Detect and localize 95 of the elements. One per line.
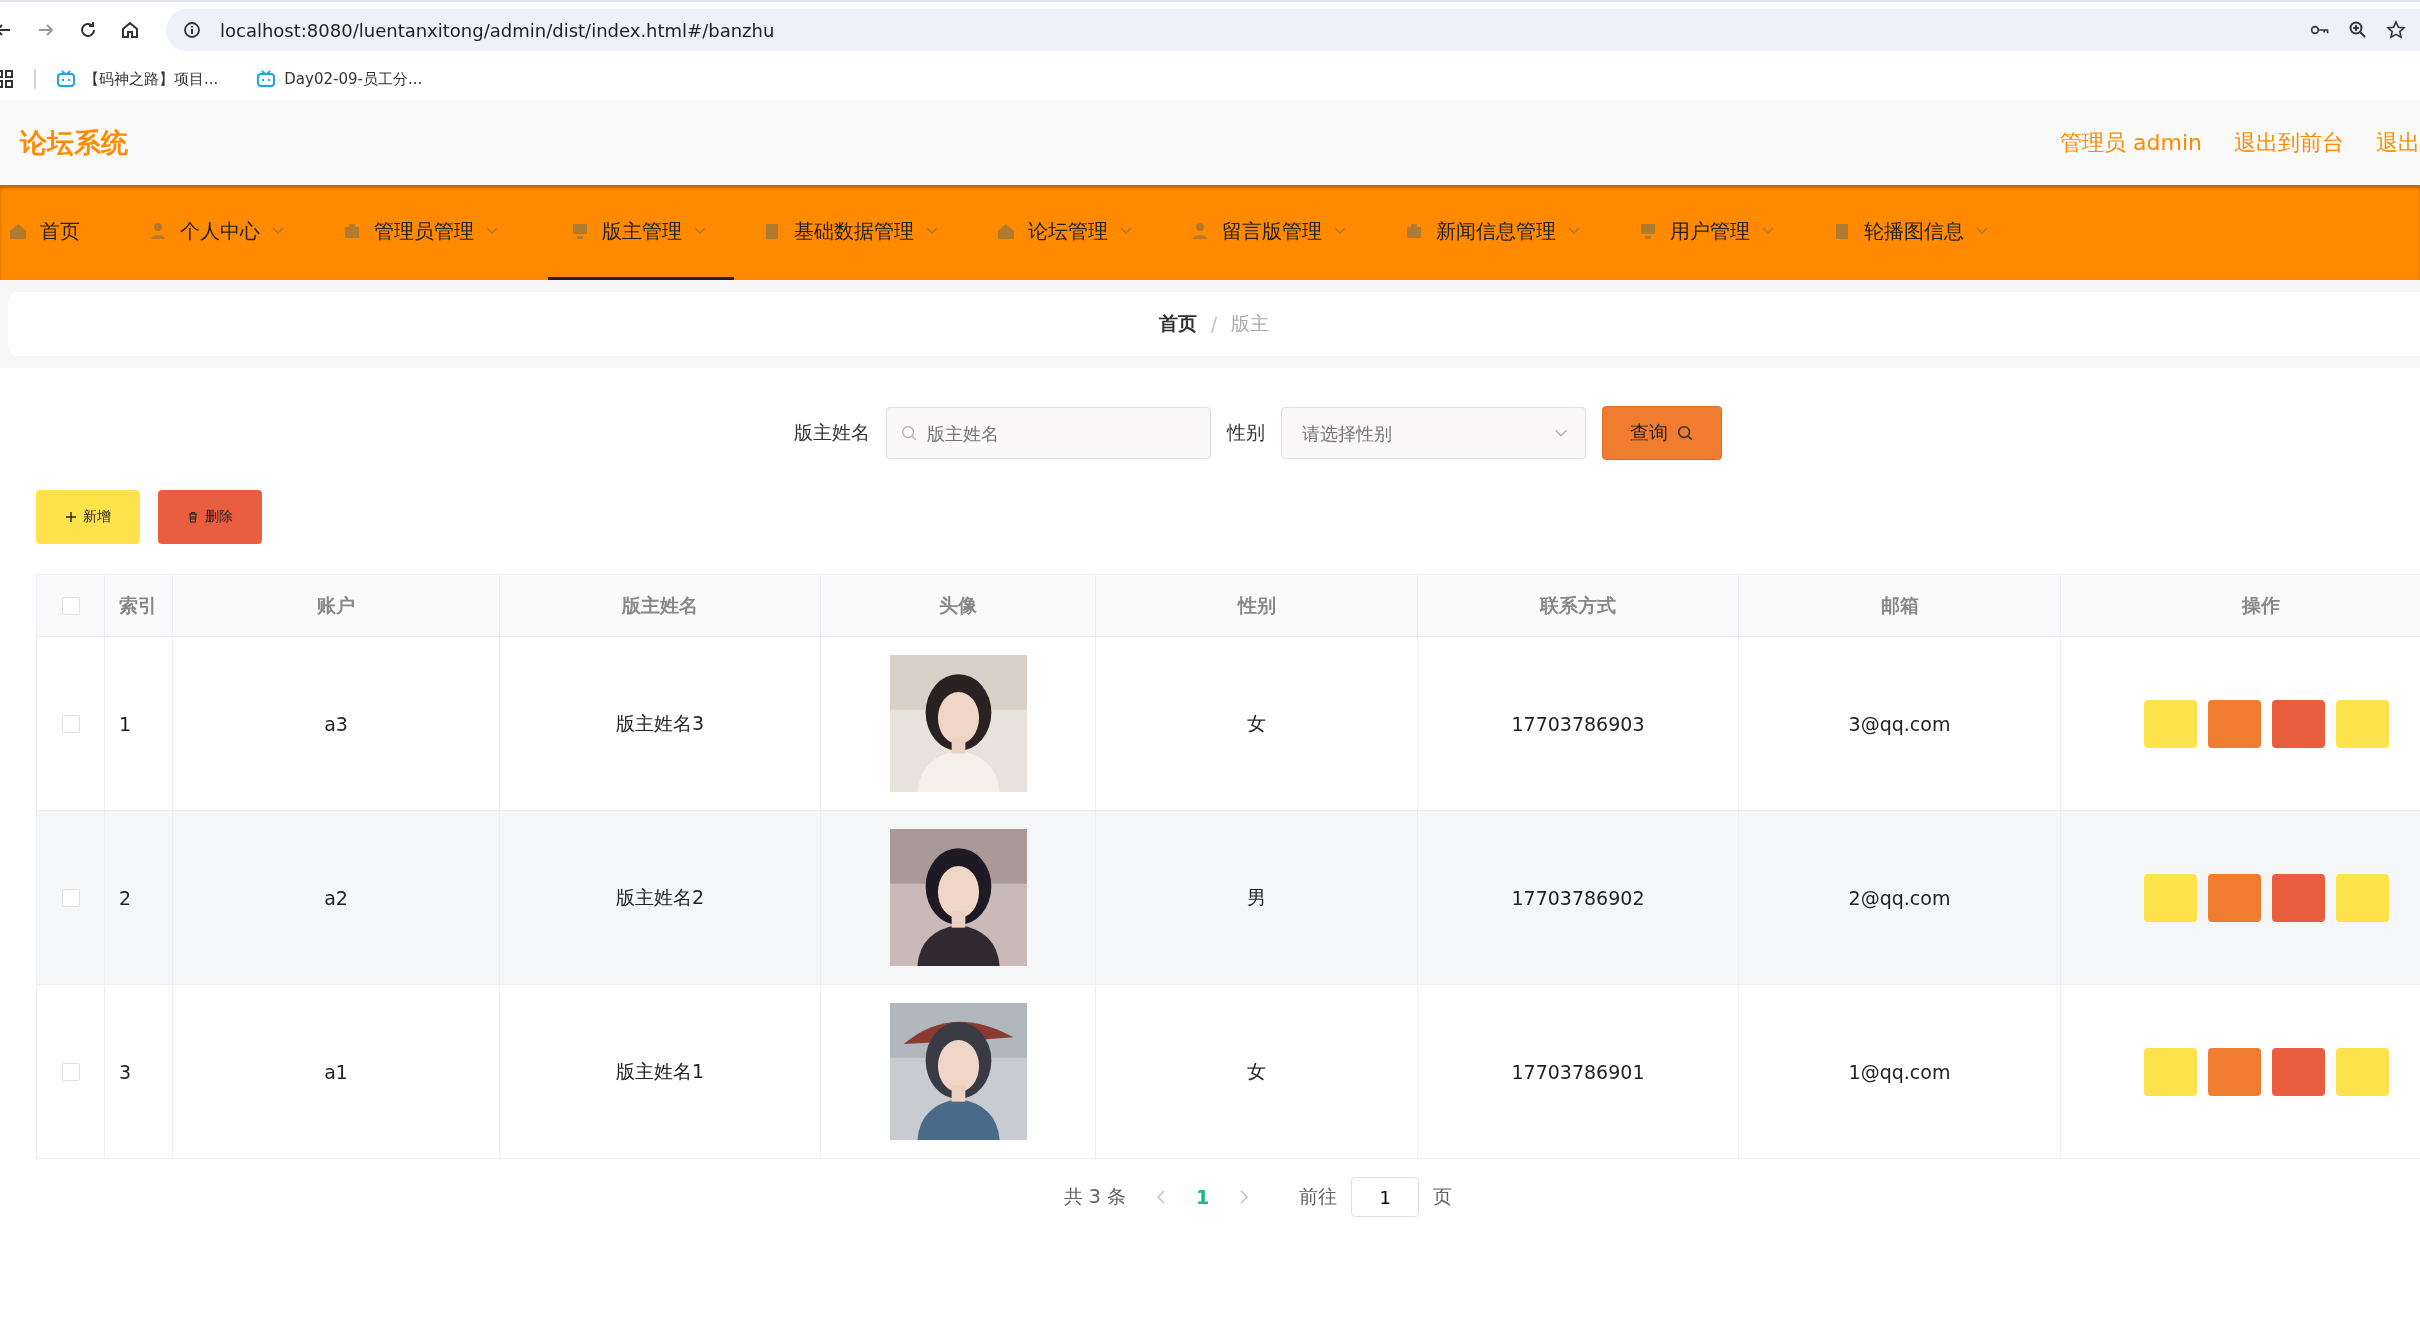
- table-cell-text: 版主姓名1: [615, 1058, 705, 1084]
- menu-item-icon: [8, 221, 28, 241]
- table-cell: 17703786902: [1511, 886, 1645, 909]
- nav-item[interactable]: 个人中心: [140, 185, 314, 280]
- apps-icon[interactable]: [0, 69, 14, 89]
- chevron-down-icon: [1568, 227, 1580, 235]
- bookmark[interactable]: 【码神之路】项目...: [56, 69, 219, 89]
- column-header: 邮箱: [1880, 592, 1919, 618]
- menu-item-icon: [1190, 221, 1210, 241]
- reload-icon[interactable]: [78, 20, 98, 40]
- nav-item[interactable]: 基础数据管理: [754, 185, 968, 280]
- column-header: 索引: [119, 592, 157, 618]
- breadcrumb-item[interactable]: 首页: [1158, 311, 1197, 337]
- chevron-down-icon: [1976, 227, 1988, 235]
- delete-button[interactable]: 删除: [158, 490, 262, 544]
- field-label: 性别: [1227, 420, 1265, 445]
- gender-select[interactable]: 请选择性别: [1281, 407, 1586, 459]
- action-button[interactable]: [2208, 873, 2261, 922]
- table-cell-text: 男: [1247, 884, 1266, 910]
- table-cell: 3@qq.com: [1848, 712, 1951, 735]
- nav-item[interactable]: 轮播图信息: [1824, 185, 2018, 280]
- select-all-checkbox[interactable]: [61, 596, 80, 615]
- nav-item[interactable]: 新闻信息管理: [1396, 185, 1610, 280]
- menu-item-icon: [996, 221, 1016, 241]
- action-button[interactable]: [2272, 873, 2325, 922]
- home-icon[interactable]: [120, 20, 140, 40]
- table-cell: 2@qq.com: [1848, 886, 1951, 909]
- plus-icon: [65, 511, 77, 523]
- row-checkbox[interactable]: [61, 714, 80, 733]
- star-icon[interactable]: [2386, 20, 2406, 40]
- url-text: localhost:8080/luentanxitong/admin/dist/index.html#/banzhu: [220, 19, 775, 41]
- action-button[interactable]: [2272, 699, 2325, 748]
- breadcrumb-separator: /: [1210, 313, 1218, 335]
- column-header: 性别: [1237, 592, 1276, 618]
- previous-page-icon[interactable]: [1155, 1189, 1166, 1205]
- chevron-down-icon: [1762, 227, 1774, 235]
- table-cell: 17703786901: [1511, 1060, 1645, 1083]
- action-button[interactable]: [2208, 1047, 2261, 1096]
- table-cell: 3: [119, 1060, 132, 1083]
- tv-icon: [56, 69, 76, 89]
- search-button[interactable]: 查询: [1602, 406, 1722, 460]
- column-header: 联系方式: [1540, 592, 1616, 618]
- table-cell-text: 女: [1247, 710, 1266, 736]
- action-button[interactable]: [2272, 1047, 2325, 1096]
- next-page-icon[interactable]: [1239, 1189, 1250, 1205]
- field-label: 版主姓名: [794, 420, 870, 445]
- chevron-down-icon: [1334, 227, 1346, 235]
- goto-label: 前往: [1299, 1184, 1338, 1209]
- table-cell-text: 版主姓名2: [615, 884, 705, 910]
- search-icon: [1676, 424, 1694, 442]
- total-count: 共 3 条: [1063, 1184, 1126, 1209]
- table-cell: 17703786903: [1511, 712, 1645, 735]
- table-cell: 1: [119, 712, 132, 735]
- table-cell: 1@qq.com: [1848, 1060, 1951, 1083]
- info-icon[interactable]: [182, 20, 202, 40]
- column-header: 操作: [2241, 592, 2280, 618]
- nav-item[interactable]: 论坛管理: [988, 185, 1162, 280]
- nav-item[interactable]: 留言版管理: [1182, 185, 1376, 280]
- nav-item[interactable]: 用户管理: [1630, 185, 1804, 280]
- zoom-icon[interactable]: [2348, 20, 2368, 40]
- site-title: 论坛系统: [20, 125, 128, 160]
- menu-item-icon: [342, 221, 362, 241]
- column-header: 账户: [317, 592, 355, 618]
- row-checkbox[interactable]: [61, 888, 80, 907]
- nav-item[interactable]: 首页: [0, 185, 110, 280]
- table-cell-text: 版主姓名3: [615, 710, 705, 736]
- table-cell: a1: [324, 1060, 348, 1083]
- column-header: 头像: [939, 592, 977, 618]
- page-input[interactable]: 1: [1351, 1177, 1420, 1217]
- column-header: 版主姓名: [622, 592, 698, 618]
- nav-item[interactable]: 管理员管理: [334, 185, 528, 280]
- search-icon: [900, 424, 918, 442]
- chevron-down-icon: [694, 227, 706, 235]
- menu-item-icon: [148, 221, 168, 241]
- chevron-down-icon: [486, 227, 498, 235]
- table-cell: a3: [324, 712, 348, 735]
- table-cell-text: 女: [1247, 1058, 1266, 1084]
- table-cell: 2: [119, 886, 132, 909]
- page-unit: 页: [1433, 1184, 1453, 1209]
- chevron-down-icon: [272, 227, 284, 235]
- action-button[interactable]: [2208, 699, 2261, 748]
- chevron-down-icon: [926, 227, 938, 235]
- breadcrumb-current-page: 版主: [1231, 311, 1270, 336]
- row-checkbox[interactable]: [61, 1062, 80, 1081]
- menu-item-icon: [570, 221, 590, 241]
- trash-icon: [187, 511, 199, 523]
- tv-icon: [256, 69, 277, 89]
- bookmark[interactable]: Day02-09-员工分...: [256, 69, 423, 89]
- address-bar[interactable]: localhost:8080/luentanxitong/admin/dist/index.html#/banzhu: [166, 9, 2420, 51]
- chevron-down-icon: [1120, 227, 1132, 235]
- add-button[interactable]: 新增: [36, 490, 140, 544]
- menu-item-icon: [1404, 221, 1424, 241]
- menu-item-icon: [1638, 221, 1658, 241]
- name-search-field[interactable]: 版主姓名: [886, 407, 1211, 459]
- table-cell: a2: [324, 886, 348, 909]
